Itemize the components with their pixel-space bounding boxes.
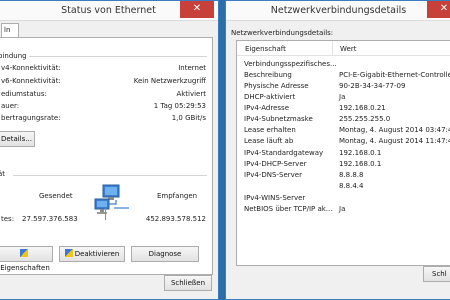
list-item-value: 192.168.0.1 [339, 149, 382, 157]
received-label: Empfangen [157, 192, 198, 200]
status-row-value: Aktiviert [176, 90, 206, 98]
status-row-value: Kein Netzwerkzugriff [133, 77, 206, 85]
close-icon[interactable]: ✕ [180, 1, 214, 18]
list-item[interactable]: IPv4-Subnetzmaske 255.255.255.0 [237, 115, 450, 124]
list-item-value: 90-2B-34-34-77-09 [339, 82, 406, 90]
list-item[interactable]: IPv4-Adresse 192.168.0.21 [237, 104, 450, 113]
bytes-label: tes: [1, 215, 15, 223]
list-item-property: IPv4-Subnetzmaske [244, 115, 313, 123]
status-row: v4-Konnektivität: Internet [1, 64, 206, 74]
properties-button[interactable]: Eigenschaften [0, 246, 53, 272]
details-list-header: Eigenschaft Wert [237, 41, 450, 56]
list-item-value: 192.168.0.1 [339, 160, 382, 168]
status-row: ediumstatus: Aktiviert [1, 90, 206, 100]
list-item-value: 255.255.255.0 [339, 115, 391, 123]
list-item-property: IPv4-DHCP-Server [244, 160, 307, 168]
list-item-value: 192.168.0.21 [339, 104, 386, 112]
list-item-property: Lease läuft ab [244, 137, 294, 145]
list-item-property: Verbindungsspezifisches... [244, 60, 337, 68]
properties-button-label: Eigenschaften [0, 264, 50, 272]
status-panel: bindung v4-Konnektivität: Internet v6-Ko… [0, 37, 213, 275]
disable-button[interactable]: Deaktivieren [59, 246, 125, 262]
details-button[interactable]: Details... [0, 131, 35, 147]
status-row: v6-Konnektivität: Kein Netzwerkzugriff [1, 77, 206, 87]
shield-icon [64, 249, 73, 257]
list-item-property: IPv4-DNS-Server [244, 171, 302, 179]
sent-label: Gesendet [39, 192, 73, 200]
close-button[interactable]: Schließen [164, 275, 212, 291]
tab-general[interactable]: ln [1, 23, 19, 38]
list-item[interactable]: Physische Adresse 90-2B-34-34-77-09 [237, 82, 450, 91]
column-header-property[interactable]: Eigenschaft [245, 45, 286, 53]
close-icon[interactable]: ✕ [427, 1, 450, 18]
status-row: auer: 1 Tag 05:29:53 [1, 102, 206, 112]
bytes-row: tes: 27.597.376.583 452.893.578.512 [1, 215, 206, 225]
list-item[interactable]: IPv4-Standardgateway 192.168.0.1 [237, 149, 450, 158]
status-row-key: bertragungsrate: [1, 114, 61, 122]
details-dialog: Netzwerkverbindungsdetails ✕ Netzwerkver… [225, 0, 450, 300]
list-item[interactable]: Verbindungsspezifisches... [237, 60, 450, 69]
column-header-value[interactable]: Wert [340, 45, 356, 53]
status-row-value: 1,0 GBit/s [171, 114, 206, 122]
list-item-property: Lease erhalten [244, 126, 296, 134]
list-item-value: 8.8.4.4 [339, 182, 364, 190]
status-row-value: Internet [178, 64, 206, 72]
details-titlebar[interactable]: Netzwerkverbindungsdetails ✕ [226, 1, 450, 21]
list-item[interactable]: NetBIOS über TCP/IP ak... Ja [237, 205, 450, 214]
list-item-value: Montag, 4. August 2014 11:47:41 [339, 137, 450, 145]
list-item[interactable]: 8.8.4.4 [237, 182, 450, 191]
list-item[interactable]: IPv4-DHCP-Server 192.168.0.1 [237, 160, 450, 169]
shield-icon [20, 249, 28, 257]
status-row-key: ediumstatus: [1, 90, 47, 98]
activity-group-title: ät [0, 170, 6, 178]
details-dialog-title: Netzwerkverbindungsdetails [270, 5, 407, 16]
details-list[interactable]: Eigenschaft Wert Verbindungsspezifisches… [236, 40, 450, 266]
list-item-property: IPv4-WINS-Server [244, 194, 306, 202]
column-separator[interactable] [332, 41, 333, 56]
status-row: bertragungsrate: 1,0 GBit/s [1, 114, 206, 124]
status-row-key: v6-Konnektivität: [1, 77, 61, 85]
connection-group-title: bindung [0, 52, 27, 60]
list-item-property: IPv4-Adresse [244, 104, 289, 112]
bytes-sent: 27.597.376.583 [22, 215, 78, 223]
list-item[interactable]: Beschreibung PCI-E-Gigabit-Ethernet-Cont… [237, 71, 450, 80]
diagnose-button[interactable]: Diagnose [131, 246, 199, 262]
list-item-property: Physische Adresse [244, 82, 309, 90]
list-item-value: Montag, 4. August 2014 03:47:42 [339, 126, 450, 134]
status-row-key: auer: [1, 102, 20, 110]
network-computers-icon [94, 184, 129, 214]
list-item[interactable]: IPv4-WINS-Server [237, 194, 450, 203]
close-button[interactable]: Schl [423, 266, 450, 282]
list-item[interactable]: IPv4-DNS-Server 8.8.8.8 [237, 171, 450, 180]
connection-group-divider [29, 56, 207, 57]
list-item-property: DHCP-aktiviert [244, 93, 296, 101]
diagnose-button-label: Diagnose [148, 250, 182, 258]
list-item-value: Ja [339, 205, 346, 213]
list-item-property: IPv4-Standardgateway [244, 149, 324, 157]
status-row-value: 1 Tag 05:29:53 [153, 102, 206, 110]
list-item[interactable]: Lease läuft ab Montag, 4. August 2014 11… [237, 137, 450, 146]
activity-group-divider [13, 175, 207, 176]
bytes-received: 452.893.578.512 [145, 215, 206, 223]
list-item-property: Beschreibung [244, 71, 292, 79]
status-dialog: Status von Ethernet ✕ ln bindung v4-Konn… [0, 0, 219, 300]
list-item-value: PCI-E-Gigabit-Ethernet-Controller [339, 71, 450, 79]
details-label: Netzwerkverbindungsdetails: [231, 29, 334, 37]
list-item[interactable]: Lease erhalten Montag, 4. August 2014 03… [237, 126, 450, 135]
list-item-value: 8.8.8.8 [339, 171, 364, 179]
list-item[interactable]: DHCP-aktiviert Ja [237, 93, 450, 102]
list-item-property: NetBIOS über TCP/IP ak... [244, 205, 333, 213]
status-titlebar[interactable]: Status von Ethernet ✕ [0, 1, 218, 21]
disable-button-label: Deaktivieren [74, 250, 120, 258]
list-item-value: Ja [339, 93, 346, 101]
tab-general-label: ln [4, 26, 11, 34]
status-row-key: v4-Konnektivität: [1, 64, 61, 72]
